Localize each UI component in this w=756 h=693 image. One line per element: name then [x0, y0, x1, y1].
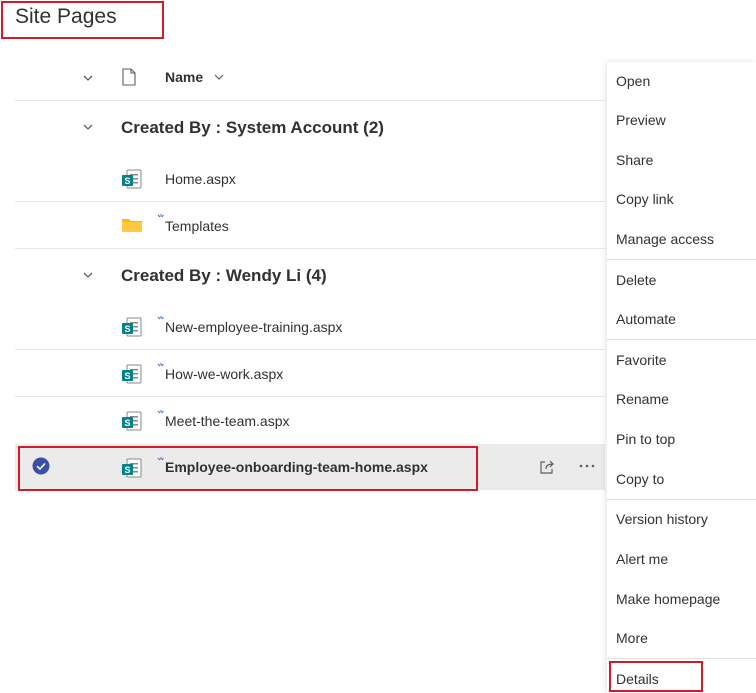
- menu-item-favorite[interactable]: Favorite: [616, 352, 667, 368]
- menu-item-copy-link[interactable]: Copy link: [616, 191, 674, 207]
- context-menu: Open Preview Share Copy link Manage acce…: [607, 62, 756, 693]
- menu-item-share[interactable]: Share: [616, 152, 653, 168]
- menu-divider: [607, 259, 756, 260]
- group-header-wendy-li: Created By : Wendy Li (4): [121, 266, 327, 285]
- sort-chevron-icon[interactable]: [212, 70, 226, 84]
- group-collapse-chevron-icon[interactable]: [81, 120, 95, 134]
- new-item-sparkle-icon: [157, 405, 165, 414]
- sharepoint-page-icon: S: [121, 316, 143, 338]
- sharepoint-page-icon: S: [121, 363, 143, 385]
- file-link[interactable]: Home.aspx: [165, 171, 236, 187]
- menu-divider: [607, 499, 756, 500]
- menu-item-open[interactable]: Open: [616, 73, 650, 89]
- file-link[interactable]: How-we-work.aspx: [165, 366, 283, 382]
- name-column-header[interactable]: Name: [165, 69, 203, 85]
- more-actions-icon[interactable]: [578, 461, 596, 471]
- menu-item-make-homepage[interactable]: Make homepage: [616, 591, 720, 607]
- divider: [15, 248, 605, 249]
- divider: [15, 201, 605, 202]
- new-item-sparkle-icon: [157, 209, 165, 218]
- svg-text:S: S: [124, 176, 130, 186]
- svg-text:S: S: [124, 324, 130, 334]
- menu-item-automate[interactable]: Automate: [616, 311, 676, 327]
- folder-link[interactable]: Templates: [165, 218, 229, 234]
- divider: [15, 100, 605, 101]
- group-collapse-chevron-icon[interactable]: [81, 268, 95, 282]
- menu-divider: [607, 339, 756, 340]
- menu-item-version-history[interactable]: Version history: [616, 511, 708, 527]
- new-item-sparkle-icon: [157, 358, 165, 367]
- menu-item-delete[interactable]: Delete: [616, 272, 656, 288]
- sharepoint-page-icon: S: [121, 410, 143, 432]
- menu-divider: [607, 658, 756, 659]
- details-highlight: [609, 661, 703, 692]
- share-icon[interactable]: [538, 458, 556, 476]
- divider: [15, 349, 605, 350]
- menu-item-more[interactable]: More: [616, 630, 648, 646]
- file-link[interactable]: Meet-the-team.aspx: [165, 413, 290, 429]
- folder-icon: [121, 216, 143, 234]
- collapse-all-chevron-icon[interactable]: [81, 71, 95, 85]
- svg-text:S: S: [124, 418, 130, 428]
- menu-item-preview[interactable]: Preview: [616, 112, 666, 128]
- divider: [15, 396, 605, 397]
- sharepoint-page-icon: S: [121, 168, 143, 190]
- new-item-sparkle-icon: [157, 311, 165, 320]
- page-title: Site Pages: [15, 5, 117, 28]
- group-header-system-account: Created By : System Account (2): [121, 118, 384, 137]
- svg-text:S: S: [124, 371, 130, 381]
- menu-item-manage-access[interactable]: Manage access: [616, 231, 714, 247]
- menu-item-rename[interactable]: Rename: [616, 391, 669, 407]
- menu-item-pin-to-top[interactable]: Pin to top: [616, 431, 675, 447]
- selected-row-highlight: [18, 446, 478, 491]
- file-type-icon: [121, 68, 137, 86]
- menu-item-copy-to[interactable]: Copy to: [616, 471, 664, 487]
- file-link[interactable]: New-employee-training.aspx: [165, 319, 342, 335]
- menu-item-alert-me[interactable]: Alert me: [616, 551, 668, 567]
